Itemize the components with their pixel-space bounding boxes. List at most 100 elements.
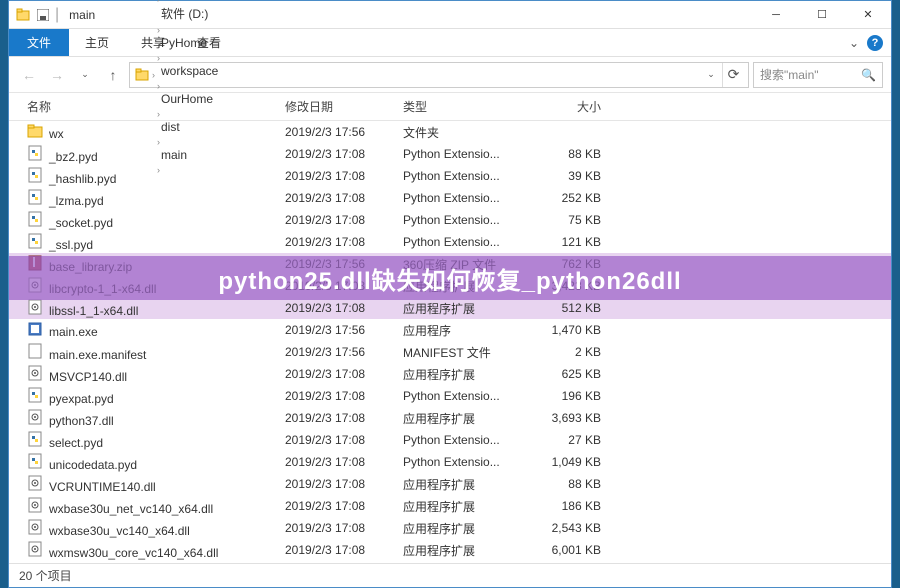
minimize-button[interactable]: ─ — [753, 1, 799, 29]
file-row[interactable]: libcrypto-1_1-x64.dll2019/2/3 17:08应用程序扩… — [9, 275, 891, 297]
file-icon — [27, 321, 43, 337]
chevron-right-icon[interactable]: › — [157, 81, 160, 91]
file-date: 2019/2/3 17:08 — [285, 543, 403, 557]
file-icon — [27, 497, 43, 513]
maximize-button[interactable]: ☐ — [799, 1, 845, 29]
breadcrumb-item[interactable]: workspace — [157, 64, 222, 78]
chevron-right-icon[interactable]: › — [157, 0, 160, 4]
refresh-icon[interactable]: ⟳ — [722, 63, 744, 87]
column-headers: 名称 修改日期 类型 大小 — [9, 93, 891, 121]
file-list: wx2019/2/3 17:56文件夹_bz2.pyd2019/2/3 17:0… — [9, 121, 891, 563]
file-name: base_library.zip — [49, 260, 132, 274]
file-size: 3,693 KB — [531, 411, 621, 425]
save-icon[interactable] — [35, 7, 51, 23]
file-icon — [27, 519, 43, 535]
file-date: 2019/2/3 17:08 — [285, 499, 403, 513]
file-date: 2019/2/3 17:08 — [285, 433, 403, 447]
file-row[interactable]: wxbase30u_net_vc140_x64.dll2019/2/3 17:0… — [9, 495, 891, 517]
chevron-right-icon[interactable]: › — [157, 25, 160, 35]
breadcrumb-item[interactable]: 软件 (D:) — [157, 5, 222, 22]
help-icon[interactable]: ? — [867, 35, 883, 51]
nav-up-button[interactable]: ↑ — [101, 63, 125, 87]
file-date: 2019/2/3 17:08 — [285, 147, 403, 161]
file-size: 121 KB — [531, 235, 621, 249]
close-button[interactable]: ✕ — [845, 1, 891, 29]
folder-icon — [15, 7, 31, 23]
file-date: 2019/2/3 17:08 — [285, 301, 403, 315]
file-row[interactable]: _hashlib.pyd2019/2/3 17:08Python Extensi… — [9, 165, 891, 187]
file-row[interactable]: python37.dll2019/2/3 17:08应用程序扩展3,693 KB — [9, 407, 891, 429]
file-row[interactable]: libssl-1_1-x64.dll2019/2/3 17:08应用程序扩展51… — [9, 297, 891, 319]
file-type: Python Extensio... — [403, 191, 531, 205]
file-size: 88 KB — [531, 477, 621, 491]
ribbon-expand-icon[interactable]: ⌄ — [849, 36, 859, 50]
breadcrumb-item[interactable]: PyHome — [157, 36, 222, 50]
file-name: _lzma.pyd — [49, 194, 104, 208]
nav-forward-button[interactable]: → — [45, 63, 69, 87]
file-type: 应用程序扩展 — [403, 278, 531, 295]
file-icon — [27, 167, 43, 183]
file-date: 2019/2/3 17:08 — [285, 191, 403, 205]
file-date: 2019/2/3 17:56 — [285, 125, 403, 139]
file-name: unicodedata.pyd — [49, 458, 137, 472]
file-size: 2 KB — [531, 345, 621, 359]
file-row[interactable]: _ssl.pyd2019/2/3 17:08Python Extensio...… — [9, 231, 891, 253]
file-icon — [27, 409, 43, 425]
file-row[interactable]: select.pyd2019/2/3 17:08Python Extensio.… — [9, 429, 891, 451]
header-type[interactable]: 类型 — [403, 98, 531, 115]
file-row[interactable]: main.exe2019/2/3 17:56应用程序1,470 KB — [9, 319, 891, 341]
file-size: 2,543 KB — [531, 521, 621, 535]
file-row[interactable]: base_library.zip2019/2/3 17:56360压缩 ZIP … — [9, 253, 891, 275]
file-row[interactable]: _bz2.pyd2019/2/3 17:08Python Extensio...… — [9, 143, 891, 165]
file-type: 应用程序扩展 — [403, 300, 531, 317]
file-size: 39 KB — [531, 169, 621, 183]
file-size: 252 KB — [531, 191, 621, 205]
file-type: 应用程序扩展 — [403, 366, 531, 383]
file-row[interactable]: VCRUNTIME140.dll 2019/2/3 17:08应用程序扩展88 K… — [9, 473, 891, 495]
file-date: 2019/2/3 17:08 — [285, 477, 403, 491]
file-size: 196 KB — [531, 389, 621, 403]
chevron-right-icon[interactable]: › — [152, 70, 155, 80]
file-row[interactable]: _lzma.pyd 2019/2/3 17:08Python Extensio..… — [9, 187, 891, 209]
header-size[interactable]: 大小 — [531, 98, 621, 115]
nav-recent-button[interactable]: ⌄ — [73, 63, 97, 87]
dropdown-icon[interactable]: ⌄ — [702, 63, 720, 87]
file-name: libcrypto-1_1-x64.dll — [49, 282, 156, 296]
file-icon — [27, 211, 43, 227]
file-row[interactable]: wxmsw30u_core_vc140_x64.dll2019/2/3 17:0… — [9, 539, 891, 561]
explorer-window: | main ─ ☐ ✕ 文件 主页 共享 查看 ⌄ ? ← → ⌄ ↑ › 此… — [8, 0, 892, 588]
file-name: VCRUNTIME140.dll — [49, 480, 156, 494]
file-size: 75 KB — [531, 213, 621, 227]
chevron-right-icon[interactable]: › — [157, 53, 160, 63]
file-row[interactable]: wx2019/2/3 17:56文件夹 — [9, 121, 891, 143]
file-icon — [27, 365, 43, 381]
nav-back-button[interactable]: ← — [17, 63, 41, 87]
tab-file[interactable]: 文件 — [9, 29, 69, 56]
search-input[interactable]: 搜索"main" 🔍 — [753, 62, 883, 88]
file-row[interactable]: main.exe.manifest2019/2/3 17:56MANIFEST … — [9, 341, 891, 363]
file-type: 应用程序扩展 — [403, 520, 531, 537]
file-date: 2019/2/3 17:08 — [285, 213, 403, 227]
file-name: MSVCP140.dll — [49, 370, 127, 384]
file-name: _socket.pyd — [49, 216, 113, 230]
qat-separator: | — [55, 6, 59, 24]
file-row[interactable]: wxbase30u_vc140_x64.dll2019/2/3 17:08应用程… — [9, 517, 891, 539]
file-row[interactable]: unicodedata.pyd2019/2/3 17:08Python Exte… — [9, 451, 891, 473]
header-date[interactable]: 修改日期 — [285, 98, 403, 115]
window-controls: ─ ☐ ✕ — [753, 1, 891, 29]
file-date: 2019/2/3 17:08 — [285, 389, 403, 403]
search-icon: 🔍 — [861, 68, 876, 82]
ribbon: 文件 主页 共享 查看 ⌄ ? — [9, 29, 891, 57]
file-row[interactable]: pyexpat.pyd2019/2/3 17:08Python Extensio… — [9, 385, 891, 407]
address-bar[interactable]: › 此电脑›软件 (D:)›PyHome›workspace›OurHome›d… — [129, 62, 749, 88]
file-date: 2019/2/3 17:56 — [285, 345, 403, 359]
file-type: 应用程序扩展 — [403, 476, 531, 493]
file-type: 应用程序扩展 — [403, 542, 531, 559]
file-row[interactable]: MSVCP140.dll2019/2/3 17:08应用程序扩展625 KB — [9, 363, 891, 385]
file-name: main.exe.manifest — [49, 348, 146, 362]
file-row[interactable]: _socket.pyd2019/2/3 17:08Python Extensio… — [9, 209, 891, 231]
file-size: 6,001 KB — [531, 543, 621, 557]
tab-home[interactable]: 主页 — [69, 29, 125, 56]
header-name[interactable]: 名称 — [27, 98, 285, 115]
file-date: 2019/2/3 17:56 — [285, 257, 403, 271]
